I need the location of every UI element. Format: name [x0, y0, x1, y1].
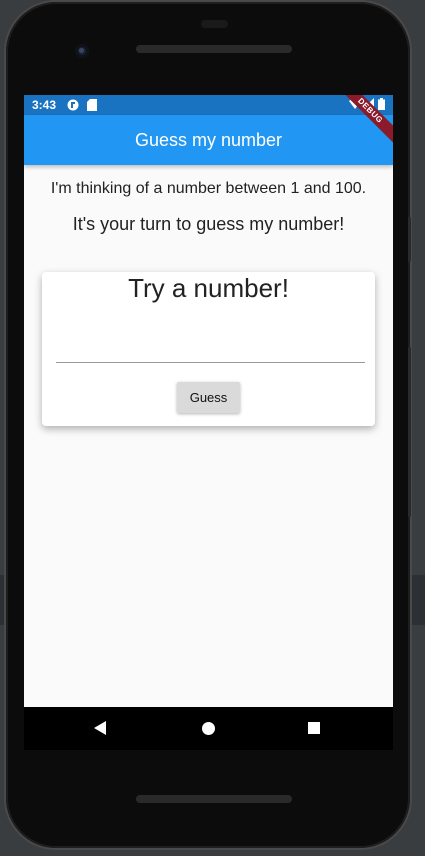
app-screen: 3:43 Guess my number DEBUG I'm thinking … [24, 95, 393, 707]
recents-icon[interactable] [308, 722, 320, 734]
volume-button [408, 347, 411, 517]
card-title: Try a number! [128, 273, 289, 303]
status-time: 3:43 [32, 98, 57, 112]
app-bar: Guess my number [24, 115, 393, 165]
bottom-speaker [136, 795, 292, 803]
camera-icon [75, 44, 89, 58]
sd-card-icon [87, 99, 97, 114]
navigation-bar [24, 707, 393, 750]
guess-button[interactable]: Guess [177, 382, 240, 413]
power-button [408, 217, 411, 262]
notification-icon [67, 99, 79, 114]
back-icon[interactable] [94, 721, 106, 735]
number-input[interactable] [56, 346, 365, 363]
top-sensor [201, 20, 228, 28]
intro-line-2: It's your turn to guess my number! [72, 214, 345, 234]
earpiece-speaker [136, 45, 292, 53]
guess-card: Try a number! Guess [42, 272, 375, 426]
app-title: Guess my number [134, 130, 283, 150]
intro-line-1: I'm thinking of a number between 1 and 1… [50, 180, 367, 197]
status-bar: 3:43 [24, 95, 393, 115]
home-icon[interactable] [202, 722, 215, 735]
